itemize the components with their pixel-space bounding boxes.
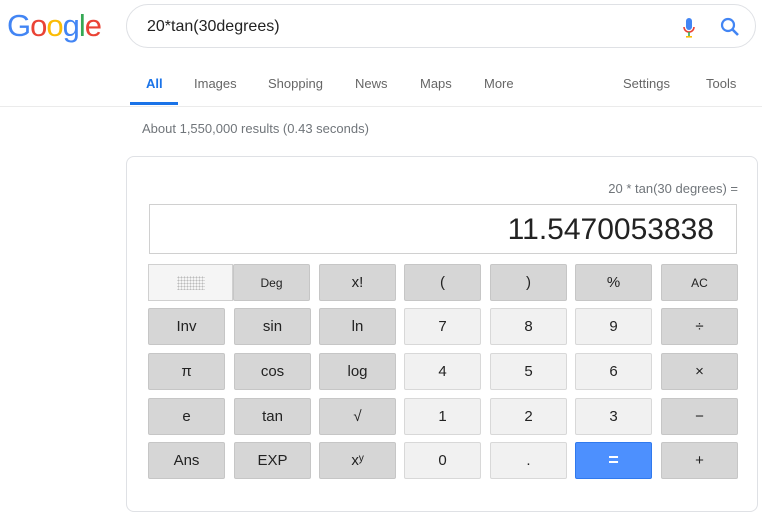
search-icon[interactable] <box>719 16 741 38</box>
multiply-button[interactable]: × <box>661 353 738 390</box>
search-box[interactable]: 20*tan(30degrees) <box>126 4 756 48</box>
8-button[interactable]: 8 <box>490 308 567 345</box>
tan-button[interactable]: tan <box>234 398 311 435</box>
cos-button[interactable]: cos <box>234 353 311 390</box>
tab-news[interactable]: News <box>355 76 388 91</box>
inv-button[interactable]: Inv <box>148 308 225 345</box>
factorial-button[interactable]: x! <box>319 264 396 301</box>
9-button[interactable]: 9 <box>575 308 652 345</box>
logo-letter: e <box>84 8 102 43</box>
exp-button[interactable]: EXP <box>234 442 311 479</box>
google-logo[interactable]: Google <box>7 8 102 44</box>
sqrt-button[interactable]: √ <box>319 398 396 435</box>
tab-settings[interactable]: Settings <box>623 76 670 91</box>
minus-button[interactable]: − <box>661 398 738 435</box>
result-stats: About 1,550,000 results (0.43 seconds) <box>142 121 369 136</box>
decimal-button[interactable]: . <box>490 442 567 479</box>
open-paren-button[interactable]: ( <box>404 264 481 301</box>
0-button[interactable]: 0 <box>404 442 481 479</box>
logo-letter: G <box>7 8 31 43</box>
pi-button[interactable]: π <box>148 353 225 390</box>
6-button[interactable]: 6 <box>575 353 652 390</box>
rad-button[interactable] <box>148 264 233 301</box>
4-button[interactable]: 4 <box>404 353 481 390</box>
close-paren-button[interactable]: ) <box>490 264 567 301</box>
mic-icon[interactable] <box>683 17 695 39</box>
tab-tools[interactable]: Tools <box>706 76 736 91</box>
power-button[interactable]: xʸ <box>319 442 396 479</box>
divide-button[interactable]: ÷ <box>661 308 738 345</box>
rad-label-blurred <box>176 275 205 290</box>
1-button[interactable]: 1 <box>404 398 481 435</box>
equals-button[interactable]: = <box>575 442 652 479</box>
ln-button[interactable]: ln <box>319 308 396 345</box>
logo-letter: o <box>30 8 47 43</box>
tab-more[interactable]: More <box>484 76 514 91</box>
7-button[interactable]: 7 <box>404 308 481 345</box>
active-tab-indicator <box>130 102 178 105</box>
percent-button[interactable]: % <box>575 264 652 301</box>
3-button[interactable]: 3 <box>575 398 652 435</box>
divider <box>0 106 762 107</box>
e-button[interactable]: e <box>148 398 225 435</box>
2-button[interactable]: 2 <box>490 398 567 435</box>
search-input[interactable]: 20*tan(30degrees) <box>147 18 280 36</box>
logo-letter: g <box>62 8 80 43</box>
ac-button[interactable]: AC <box>661 264 738 301</box>
calculator-expression: 20 * tan(30 degrees) = <box>608 181 738 196</box>
tab-images[interactable]: Images <box>194 76 237 91</box>
deg-button[interactable]: Deg <box>233 264 310 301</box>
5-button[interactable]: 5 <box>490 353 567 390</box>
logo-letter: o <box>46 8 63 43</box>
plus-button[interactable]: + <box>661 442 738 479</box>
calculator-display: 11.5470053838 <box>149 204 737 254</box>
tab-shopping[interactable]: Shopping <box>268 76 323 91</box>
tab-all[interactable]: All <box>146 76 163 91</box>
sin-button[interactable]: sin <box>234 308 311 345</box>
ans-button[interactable]: Ans <box>148 442 225 479</box>
log-button[interactable]: log <box>319 353 396 390</box>
tab-maps[interactable]: Maps <box>420 76 452 91</box>
